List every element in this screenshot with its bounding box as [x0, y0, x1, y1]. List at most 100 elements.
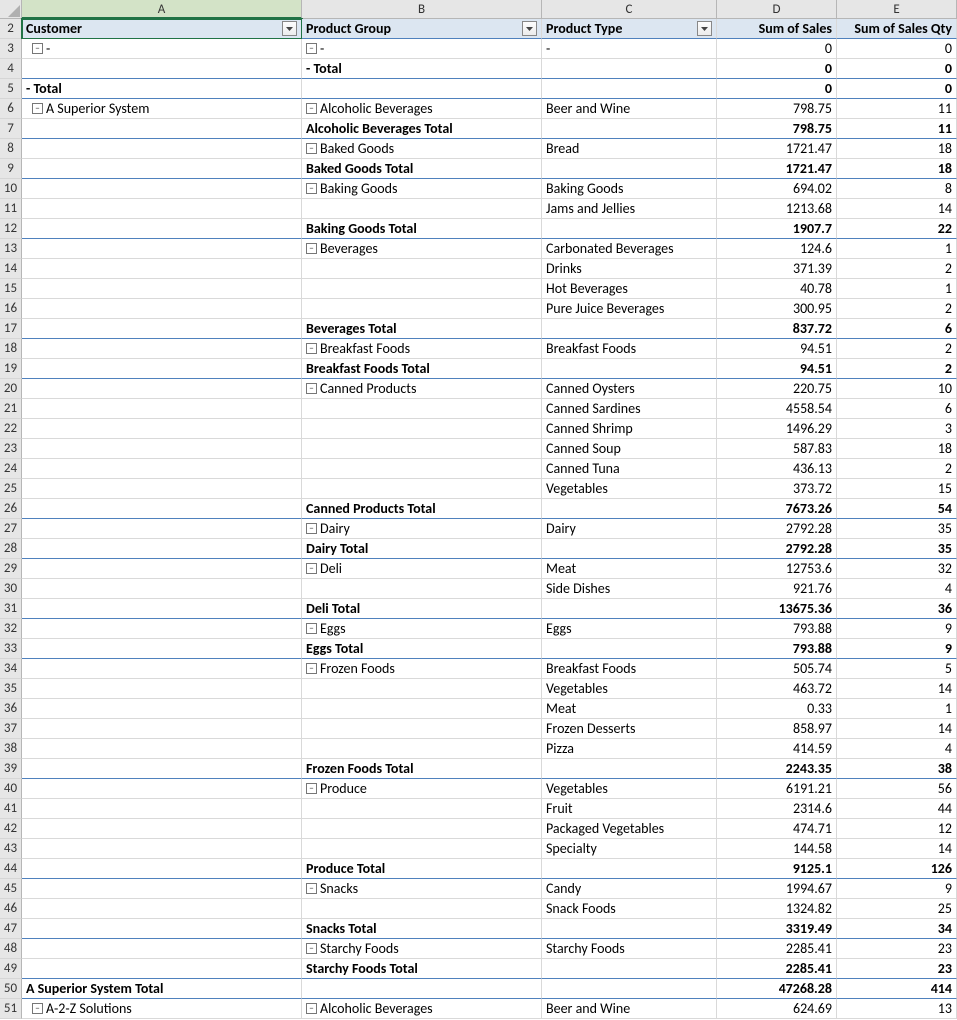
row-header[interactable]: 46 [0, 899, 22, 919]
row-header[interactable]: 18 [0, 339, 22, 359]
cell-product-type[interactable] [542, 959, 717, 979]
row-header[interactable]: 3 [0, 39, 22, 59]
cell-product-type[interactable] [542, 159, 717, 179]
cell-sum-sales[interactable]: 463.72 [717, 679, 837, 699]
cell-sum-qty[interactable]: 0 [837, 59, 957, 79]
row-header[interactable]: 26 [0, 499, 22, 519]
row-header[interactable]: 50 [0, 979, 22, 999]
cell-customer[interactable] [22, 319, 302, 339]
cell-sum-qty[interactable]: 126 [837, 859, 957, 879]
cell-product-group[interactable]: −Starchy Foods [302, 939, 542, 959]
cell-sum-qty[interactable]: 9 [837, 619, 957, 639]
cell-product-type[interactable]: Starchy Foods [542, 939, 717, 959]
cell-sum-sales[interactable]: 793.88 [717, 619, 837, 639]
cell-sum-qty[interactable]: 32 [837, 559, 957, 579]
cell-product-group[interactable] [302, 299, 542, 319]
cell-customer[interactable] [22, 899, 302, 919]
cell-sum-sales[interactable]: 1496.29 [717, 419, 837, 439]
cell-sum-sales[interactable]: 1213.68 [717, 199, 837, 219]
cell-sum-sales[interactable]: 220.75 [717, 379, 837, 399]
cell-sum-sales[interactable]: 12753.6 [717, 559, 837, 579]
cell-sum-qty[interactable]: 2 [837, 259, 957, 279]
cell-product-group[interactable]: Snacks Total [302, 919, 542, 939]
cell-product-type[interactable]: Breakfast Foods [542, 659, 717, 679]
row-header[interactable]: 22 [0, 419, 22, 439]
cell-sum-qty[interactable]: 4 [837, 739, 957, 759]
cell-product-group[interactable]: Baked Goods Total [302, 159, 542, 179]
row-header[interactable]: 27 [0, 519, 22, 539]
row-header[interactable]: 45 [0, 879, 22, 899]
cell-product-group[interactable]: −Frozen Foods [302, 659, 542, 679]
cell-sum-sales[interactable]: 0 [717, 59, 837, 79]
cell-customer[interactable] [22, 599, 302, 619]
cell-customer[interactable] [22, 859, 302, 879]
row-header[interactable]: 34 [0, 659, 22, 679]
row-header[interactable]: 13 [0, 239, 22, 259]
cell-product-type[interactable] [542, 319, 717, 339]
cell-product-group[interactable]: Frozen Foods Total [302, 759, 542, 779]
cell-sum-sales[interactable]: 373.72 [717, 479, 837, 499]
cell-customer[interactable] [22, 199, 302, 219]
row-header[interactable]: 9 [0, 159, 22, 179]
collapse-product-group[interactable]: − [306, 43, 317, 54]
cell-sum-sales[interactable]: 505.74 [717, 659, 837, 679]
cell-sum-qty[interactable]: 14 [837, 679, 957, 699]
cell-product-group[interactable]: Beverages Total [302, 319, 542, 339]
cell-sum-sales[interactable]: 1907.7 [717, 219, 837, 239]
cell-customer[interactable]: −- [22, 39, 302, 59]
cell-sum-sales[interactable]: 858.97 [717, 719, 837, 739]
cell-product-group[interactable]: Baking Goods Total [302, 219, 542, 239]
cell-product-type[interactable] [542, 59, 717, 79]
collapse-product-group[interactable]: − [306, 383, 317, 394]
collapse-product-group[interactable]: − [306, 783, 317, 794]
collapse-product-group[interactable]: − [306, 143, 317, 154]
cell-sum-sales[interactable]: 414.59 [717, 739, 837, 759]
row-header[interactable]: 32 [0, 619, 22, 639]
cell-product-type[interactable]: Candy [542, 879, 717, 899]
row-header[interactable]: 40 [0, 779, 22, 799]
cell-product-type[interactable] [542, 119, 717, 139]
collapse-customer[interactable]: − [32, 1003, 43, 1014]
cell-product-group[interactable]: −Eggs [302, 619, 542, 639]
cell-sum-qty[interactable]: 414 [837, 979, 957, 999]
cell-customer[interactable] [22, 619, 302, 639]
cell-sum-sales[interactable]: 124.6 [717, 239, 837, 259]
cell-customer[interactable] [22, 139, 302, 159]
cell-customer[interactable] [22, 59, 302, 79]
column-header-B[interactable]: B [302, 0, 542, 19]
collapse-product-group[interactable]: − [306, 1003, 317, 1014]
cell-sum-qty[interactable]: 13 [837, 999, 957, 1019]
row-header[interactable]: 38 [0, 739, 22, 759]
cell-customer[interactable] [22, 379, 302, 399]
cell-sum-qty[interactable]: 22 [837, 219, 957, 239]
cell-customer[interactable] [22, 179, 302, 199]
cell-sum-sales[interactable]: 3319.49 [717, 919, 837, 939]
cell-customer[interactable] [22, 279, 302, 299]
cell-product-type[interactable]: Fruit [542, 799, 717, 819]
cell-sum-qty[interactable]: 35 [837, 539, 957, 559]
cell-sum-sales[interactable]: 436.13 [717, 459, 837, 479]
cell-product-group[interactable]: −Alcoholic Beverages [302, 999, 542, 1019]
cell-sum-qty[interactable]: 1 [837, 239, 957, 259]
cell-product-group[interactable] [302, 679, 542, 699]
cell-product-group[interactable] [302, 479, 542, 499]
row-header[interactable]: 5 [0, 79, 22, 99]
collapse-product-group[interactable]: − [306, 883, 317, 894]
cell-customer[interactable] [22, 879, 302, 899]
cell-product-group[interactable] [302, 79, 542, 99]
cell-customer[interactable] [22, 419, 302, 439]
cell-sum-sales[interactable]: 94.51 [717, 359, 837, 379]
cell-customer[interactable] [22, 579, 302, 599]
row-header[interactable]: 33 [0, 639, 22, 659]
cell-product-type[interactable]: Snack Foods [542, 899, 717, 919]
row-header[interactable]: 16 [0, 299, 22, 319]
row-header[interactable]: 25 [0, 479, 22, 499]
cell-product-type[interactable]: Meat [542, 699, 717, 719]
cell-product-group[interactable] [302, 279, 542, 299]
cell-product-group[interactable]: −- [302, 39, 542, 59]
cell-product-type[interactable] [542, 979, 717, 999]
cell-product-group[interactable] [302, 899, 542, 919]
cell-customer[interactable] [22, 759, 302, 779]
cell-sum-sales[interactable]: 0 [717, 79, 837, 99]
cell-sum-qty[interactable]: 1 [837, 699, 957, 719]
